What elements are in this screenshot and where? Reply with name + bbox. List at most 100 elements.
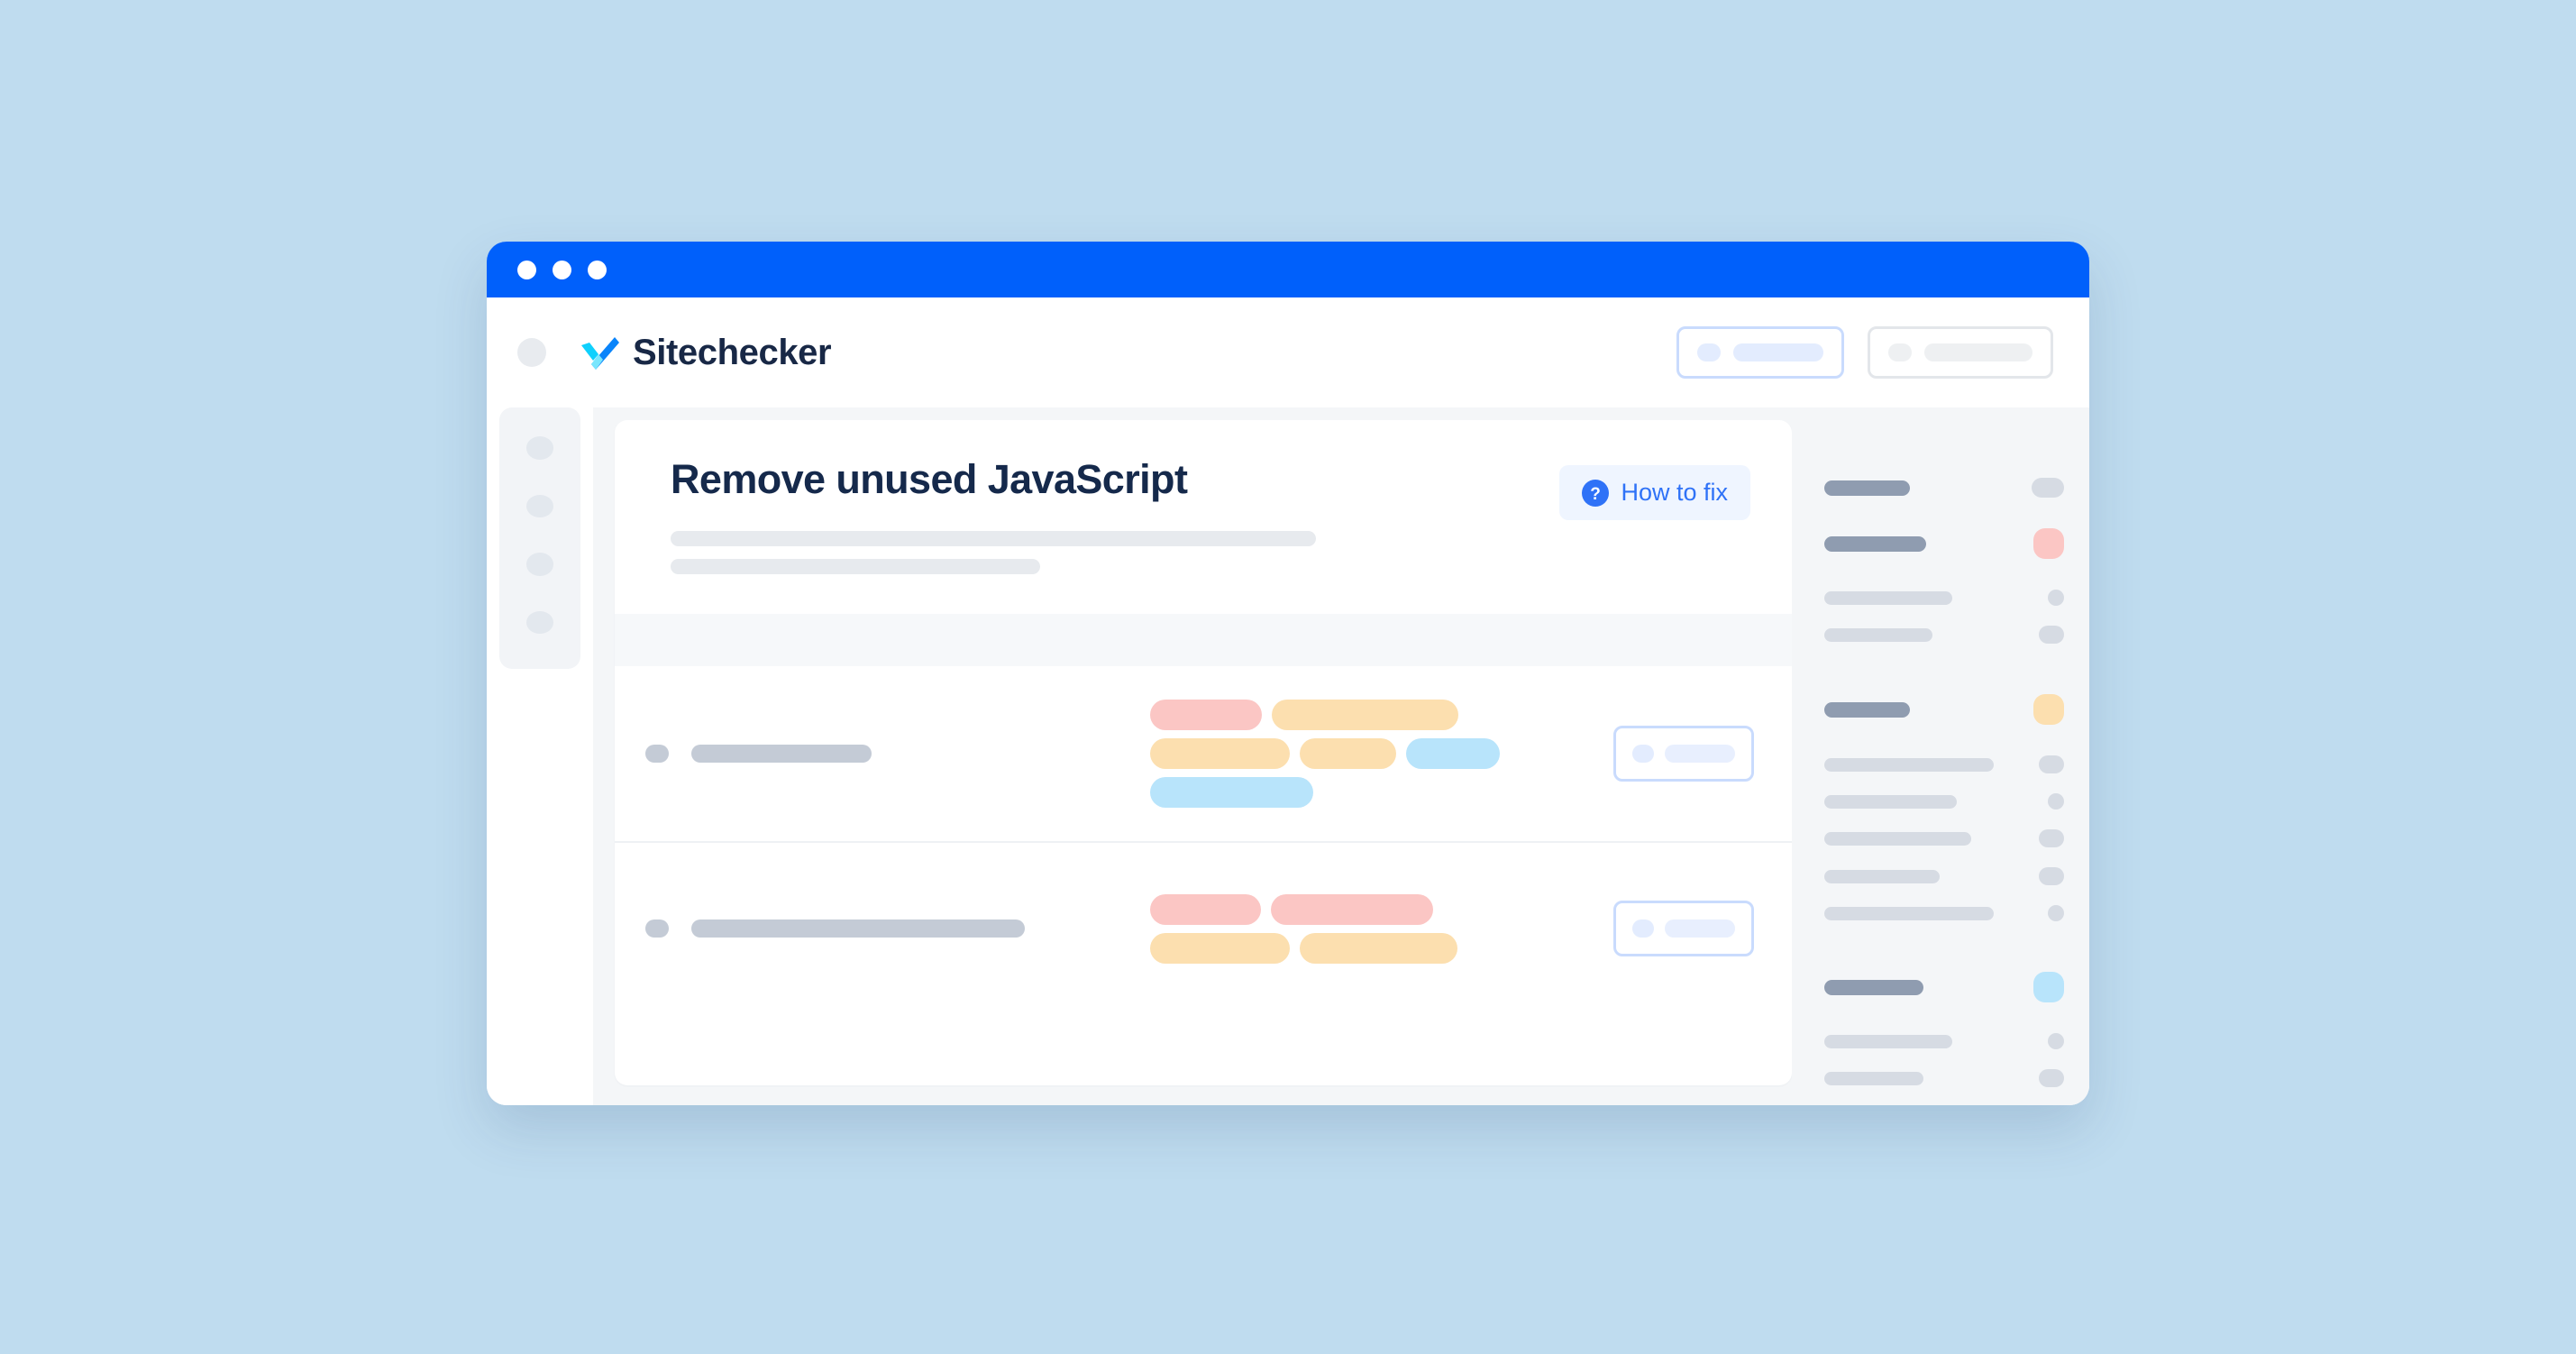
- item-label-placeholder: [1824, 869, 1940, 883]
- group-label-placeholder: [1824, 480, 1910, 496]
- maximize-dot-icon[interactable]: [588, 260, 607, 279]
- group-badge: [2032, 478, 2064, 498]
- group-label-placeholder: [1824, 979, 1923, 995]
- right-panel-item[interactable]: [1824, 755, 2064, 773]
- row-chips-cell: [1096, 893, 1613, 964]
- chip-orange[interactable]: [1300, 932, 1457, 964]
- right-panel-group-header[interactable]: [1824, 972, 2064, 1002]
- window-titlebar: [487, 242, 2089, 297]
- sitechecker-logo-icon: [579, 334, 620, 371]
- right-panel-item[interactable]: [1824, 590, 2064, 606]
- right-panel-item[interactable]: [1824, 626, 2064, 644]
- brand[interactable]: Sitechecker: [579, 332, 832, 373]
- sidebar-item-2[interactable]: [526, 494, 553, 517]
- how-to-fix-button[interactable]: ? How to fix: [1559, 465, 1750, 520]
- row-action-cell: [1613, 726, 1754, 782]
- report-card: Remove unused JavaScript ? How to fix: [615, 420, 1792, 1085]
- close-dot-icon[interactable]: [517, 260, 536, 279]
- row-name-cell: [645, 919, 1096, 938]
- brand-name: Sitechecker: [633, 332, 832, 372]
- item-label-placeholder: [1824, 1071, 1923, 1085]
- svg-text:?: ?: [1591, 485, 1602, 504]
- chip-orange[interactable]: [1272, 700, 1458, 731]
- chip-orange[interactable]: [1300, 738, 1396, 770]
- group-label-placeholder: [1824, 535, 1926, 552]
- right-panel-item[interactable]: [1824, 905, 2064, 921]
- item-badge: [2048, 793, 2064, 810]
- item-label-placeholder: [1824, 831, 1971, 846]
- row-chips-cell: [1096, 700, 1613, 809]
- chip-line: [1150, 700, 1613, 731]
- right-panel-item[interactable]: [1824, 867, 2064, 885]
- question-circle-icon: ?: [1582, 479, 1610, 507]
- chip-blue[interactable]: [1406, 738, 1500, 770]
- table-row[interactable]: [615, 666, 1792, 844]
- item-badge: [2039, 1069, 2064, 1087]
- button-icon-placeholder: [1697, 343, 1721, 361]
- button-label-placeholder: [1924, 343, 2032, 361]
- header-secondary-button[interactable]: [1868, 326, 2053, 379]
- item-badge: [2048, 1033, 2064, 1049]
- table-header-row: [615, 614, 1792, 667]
- item-label-placeholder: [1824, 1034, 1952, 1048]
- card-header: Remove unused JavaScript ? How to fix: [615, 420, 1792, 614]
- item-badge: [2048, 905, 2064, 921]
- chip-orange[interactable]: [1150, 932, 1290, 964]
- group-badge-orange: [2033, 694, 2064, 725]
- header-primary-button[interactable]: [1676, 326, 1844, 379]
- chip-pink[interactable]: [1150, 700, 1262, 731]
- main-content: Remove unused JavaScript ? How to fix: [593, 407, 1792, 1105]
- app-body: Remove unused JavaScript ? How to fix: [487, 407, 2089, 1105]
- description-line-2: [671, 559, 1040, 575]
- button-label-placeholder: [1665, 919, 1735, 938]
- right-panel-item[interactable]: [1824, 1069, 2064, 1087]
- button-label-placeholder: [1733, 343, 1823, 361]
- chip-pink[interactable]: [1271, 893, 1433, 925]
- avatar[interactable]: [517, 338, 546, 367]
- item-label-placeholder: [1824, 590, 1952, 605]
- sidebar-item-3[interactable]: [526, 553, 553, 576]
- item-badge: [2039, 755, 2064, 773]
- minimize-dot-icon[interactable]: [553, 260, 571, 279]
- page-title: Remove unused JavaScript: [671, 456, 1188, 502]
- app-header: Sitechecker: [487, 297, 2089, 407]
- row-label-placeholder: [691, 919, 1025, 938]
- item-badge: [2039, 867, 2064, 885]
- row-action-button[interactable]: [1613, 901, 1754, 957]
- item-label-placeholder: [1824, 757, 1994, 772]
- table-row[interactable]: [615, 843, 1792, 1014]
- right-panel-group-header[interactable]: [1824, 528, 2064, 559]
- card-header-text: Remove unused JavaScript: [671, 458, 1559, 587]
- right-sidebar: [1792, 407, 2089, 1105]
- chip-blue[interactable]: [1150, 777, 1313, 809]
- chip-orange[interactable]: [1150, 738, 1290, 770]
- sidebar-item-1[interactable]: [526, 436, 553, 460]
- how-to-fix-label: How to fix: [1621, 479, 1728, 506]
- item-label-placeholder: [1824, 906, 1994, 920]
- right-panel-group: [1824, 528, 2064, 644]
- right-panel-item[interactable]: [1824, 1033, 2064, 1049]
- item-badge: [2048, 590, 2064, 606]
- row-label-placeholder: [691, 745, 872, 764]
- right-panel-group: [1824, 972, 2064, 1087]
- button-icon-placeholder: [1888, 343, 1912, 361]
- description-line-1: [671, 531, 1316, 547]
- chip-pink[interactable]: [1150, 893, 1261, 925]
- row-icon-placeholder: [645, 919, 669, 938]
- right-panel-group-header[interactable]: [1824, 478, 2064, 498]
- right-panel-item[interactable]: [1824, 793, 2064, 810]
- right-panel-group-header[interactable]: [1824, 694, 2064, 725]
- chip-line: [1150, 738, 1613, 770]
- item-badge: [2039, 829, 2064, 847]
- row-name-cell: [645, 745, 1096, 764]
- right-panel-group: [1824, 478, 2064, 498]
- chip-line: [1150, 893, 1613, 925]
- row-icon-placeholder: [645, 745, 669, 764]
- sidebar-item-4[interactable]: [526, 610, 553, 634]
- button-icon-placeholder: [1632, 745, 1654, 764]
- group-badge-pink: [2033, 528, 2064, 559]
- right-panel-item[interactable]: [1824, 829, 2064, 847]
- row-action-button[interactable]: [1613, 726, 1754, 782]
- item-badge: [2039, 626, 2064, 644]
